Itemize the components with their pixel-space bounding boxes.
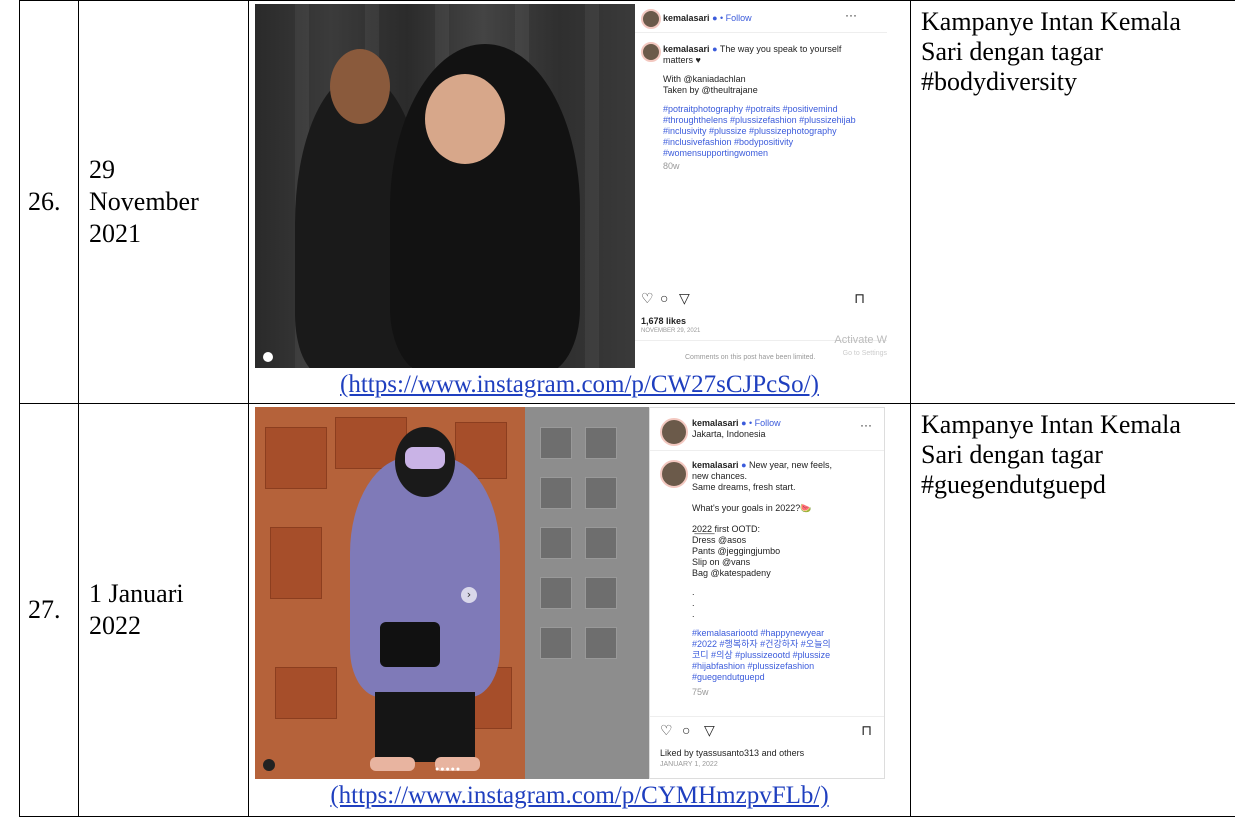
post-age: 75w xyxy=(692,687,709,697)
caption-hashtag-line[interactable]: #hijabfashion #plussizefashion xyxy=(692,661,872,672)
caption-line: new chances. xyxy=(692,471,748,481)
post-date: NOVEMBER 29, 2021 xyxy=(641,328,701,334)
share-icon[interactable]: ▽ xyxy=(704,722,715,739)
caption-hashtag-line[interactable]: #guegendutguepd xyxy=(692,672,872,683)
bookmark-icon[interactable]: ⊓ xyxy=(861,722,872,739)
post-username[interactable]: kemalasari xyxy=(663,13,710,23)
avatar[interactable] xyxy=(641,42,661,62)
verified-icon: ● xyxy=(741,460,747,470)
instagram-post-screenshot: kemalasari ● • Follow ··· kemalasari ● T… xyxy=(255,4,887,368)
user-tag-icon[interactable] xyxy=(263,759,275,771)
verified-icon: ● xyxy=(712,13,718,23)
caption-username[interactable]: kemalasari xyxy=(692,460,739,470)
document-table: 26. 29 November 2021 kemalasari ● • Foll… xyxy=(19,0,1235,817)
avatar[interactable] xyxy=(660,418,688,446)
post-age: 80w xyxy=(663,161,680,171)
liked-by[interactable]: Liked by tyassusanto313 and others xyxy=(660,748,804,759)
date-cell: 1 Januari 2022 xyxy=(78,403,249,817)
caption-with: With @kaniadachlan xyxy=(663,74,746,84)
user-tag-icon[interactable] xyxy=(263,352,273,362)
heart-icon[interactable]: ♡ xyxy=(641,290,654,307)
post-side-panel: kemalasari ● • Follow ··· kemalasari ● T… xyxy=(635,4,887,368)
image-cell: kemalasari ● • Follow ··· kemalasari ● T… xyxy=(248,0,911,404)
post-photo xyxy=(255,4,635,368)
caption-line: . xyxy=(692,587,695,597)
post-photo: › ●●●●● xyxy=(255,407,649,779)
post-link[interactable]: (https://www.instagram.com/p/CYMHmzpvFLb… xyxy=(330,782,828,809)
heart-icon[interactable]: ♡ xyxy=(660,722,673,739)
caption-line: Bag @katespadeny xyxy=(692,568,771,578)
caption-username[interactable]: kemalasari xyxy=(663,44,710,54)
instagram-post-screenshot: › ●●●●● kemalasari ● • Follow Jakarta, I… xyxy=(255,407,885,779)
table-row: 26. 29 November 2021 kemalasari ● • Foll… xyxy=(19,0,1235,404)
caption-line: Pants @jeggingjumbo xyxy=(692,546,781,556)
carousel-dots: ●●●●● xyxy=(435,765,462,773)
comment-icon[interactable]: ○ xyxy=(660,290,668,306)
next-arrow-icon[interactable]: › xyxy=(461,587,477,603)
post-link[interactable]: (https://www.instagram.com/p/CW27sCJPcSo… xyxy=(340,371,819,398)
comment-icon[interactable]: ○ xyxy=(682,722,690,738)
row-number-cell: 26. xyxy=(19,0,79,404)
avatar[interactable] xyxy=(641,9,661,29)
caption-line: . xyxy=(692,609,695,619)
caption-line: What's your goals in 2022?🍉 xyxy=(692,503,812,513)
follow-button[interactable]: • Follow xyxy=(749,418,781,428)
activation-watermark-sub: Go to Settings xyxy=(842,350,887,357)
row-description: Kampanye Intan Kemala Sari dengan tagar … xyxy=(921,410,1181,499)
caption-line: Slip on @vans xyxy=(692,557,751,567)
share-icon[interactable]: ▽ xyxy=(679,290,690,307)
caption-line: . xyxy=(692,598,695,608)
row-date: 1 Januari 2022 xyxy=(89,579,184,640)
caption-hashtag-line[interactable]: 코디 #의상 #plussizeootd #plussize xyxy=(692,650,872,661)
description-cell: Kampanye Intan Kemala Sari dengan tagar … xyxy=(910,0,1235,404)
avatar[interactable] xyxy=(660,460,688,488)
caption-line: 2̲0̲2̲2̲ first OOTD: xyxy=(692,524,761,534)
caption-hashtags[interactable]: #potraitphotography #potraits #positivem… xyxy=(663,104,873,159)
post-date: JANUARY 1, 2022 xyxy=(660,761,718,768)
caption-taken-by: Taken by @theultrajane xyxy=(663,85,758,95)
caption-line: Same dreams, fresh start. xyxy=(692,482,796,492)
more-options-icon[interactable]: ··· xyxy=(860,419,872,431)
row-description: Kampanye Intan Kemala Sari dengan tagar … xyxy=(921,7,1181,96)
description-cell: Kampanye Intan Kemala Sari dengan tagar … xyxy=(910,403,1235,817)
verified-icon: ● xyxy=(712,44,718,54)
more-options-icon[interactable]: ··· xyxy=(845,9,857,21)
post-side-panel: kemalasari ● • Follow Jakarta, Indonesia… xyxy=(649,407,885,779)
row-number: 26. xyxy=(28,187,61,216)
post-username[interactable]: kemalasari xyxy=(692,418,739,428)
image-cell: › ●●●●● kemalasari ● • Follow Jakarta, I… xyxy=(248,403,911,817)
row-number: 27. xyxy=(28,595,61,624)
table-row: 27. 1 Januari 2022 › ●●●●● kemalasari ● … xyxy=(19,403,1235,817)
post-location[interactable]: Jakarta, Indonesia xyxy=(692,429,781,440)
caption-hashtag-line[interactable]: #kemalasariootd #happynewyear xyxy=(692,628,872,639)
caption-line: Dress @asos xyxy=(692,535,747,545)
comments-limited-note: Comments on this post have been limited. xyxy=(685,354,816,361)
bookmark-icon[interactable]: ⊓ xyxy=(854,290,865,307)
caption-hashtag-line[interactable]: #2022 #행복하자 #건강하자 #오늘의 xyxy=(692,639,872,650)
date-cell: 29 November 2021 xyxy=(78,0,249,404)
verified-icon: ● xyxy=(741,418,747,428)
caption-line: New year, new feels, xyxy=(749,460,833,470)
row-date: 29 November 2021 xyxy=(89,155,199,248)
row-number-cell: 27. xyxy=(19,403,79,817)
activation-watermark: Activate W xyxy=(834,334,887,346)
follow-button[interactable]: • Follow xyxy=(720,13,752,23)
